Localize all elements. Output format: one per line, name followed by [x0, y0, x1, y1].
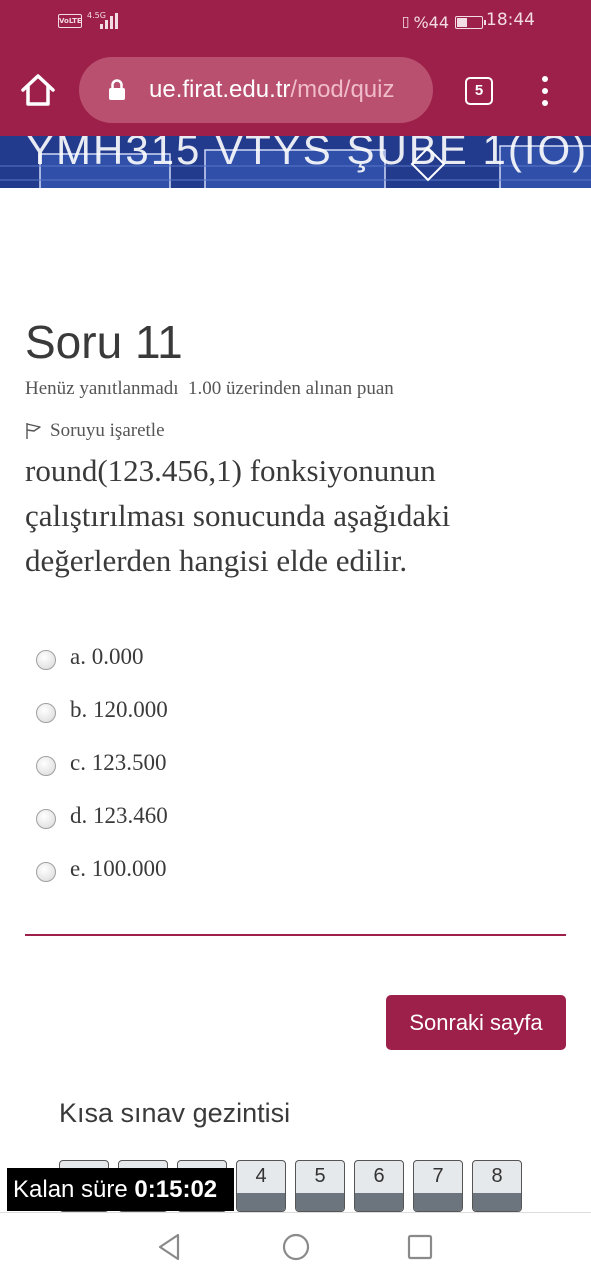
back-triangle-icon[interactable]	[155, 1232, 183, 1262]
battery-icon	[455, 15, 486, 29]
radio-button[interactable]	[36, 808, 56, 829]
home-circle-icon[interactable]	[281, 1232, 311, 1262]
answer-label: c. 123.500	[70, 749, 167, 775]
radio-button[interactable]	[36, 755, 56, 776]
more-vert-icon[interactable]	[531, 74, 559, 108]
quiz-nav-button-6[interactable]: 6	[354, 1160, 404, 1212]
question-text: round(123.456,1) fonksiyonunun çalıştırı…	[25, 453, 451, 578]
question-title: Soru 11	[25, 316, 183, 368]
url-path: /mod/quiz	[290, 76, 395, 103]
divider	[25, 934, 566, 936]
url-text: ue.firat.edu.tr/mod/quiz	[149, 76, 431, 104]
answer-option-e[interactable]: e. 100.000	[36, 842, 168, 895]
answer-option-b[interactable]: b. 120.000	[36, 683, 168, 736]
answer-option-d[interactable]: d. 123.460	[36, 789, 168, 842]
answer-label: d. 123.460	[70, 802, 168, 828]
vibrate-icon: ▯	[401, 14, 410, 30]
answer-option-c[interactable]: c. 123.500	[36, 736, 168, 789]
flag-icon	[26, 423, 41, 439]
system-navigation-bar	[0, 1212, 591, 1280]
time-remaining: Kalan süre 0:15:02	[7, 1168, 234, 1211]
quiz-nav-number: 5	[314, 1165, 326, 1187]
status-bar: VoLTE 4.5G ▯ %44 18:44	[0, 0, 591, 44]
lock-icon	[107, 79, 127, 101]
tab-switcher-button[interactable]: 5	[465, 77, 493, 105]
radio-button[interactable]	[36, 702, 56, 723]
flag-question-link[interactable]: Soruyu işaretle	[25, 420, 165, 442]
quiz-nav-number: 4	[255, 1165, 267, 1187]
volte-icon: VoLTE	[58, 14, 82, 28]
clock: 18:44	[486, 10, 535, 30]
flag-label: Soruyu işaretle	[50, 420, 165, 441]
quiz-nav-button-4[interactable]: 4	[236, 1160, 286, 1212]
banner-title: YMH315 VTYS ŞUBE 1(İÖ)	[26, 136, 589, 173]
radio-button[interactable]	[36, 861, 56, 882]
quiz-navigation-title: Kısa sınav gezintisi	[59, 1098, 291, 1128]
timer-value: 0:15:02	[134, 1176, 218, 1203]
quiz-nav-button-7[interactable]: 7	[413, 1160, 463, 1212]
quiz-nav-button-8[interactable]: 8	[472, 1160, 522, 1212]
question-status: Henüz yanıtlanmadı	[25, 378, 179, 399]
answer-list: a. 0.000 b. 120.000 c. 123.500 d. 123.46…	[36, 630, 168, 895]
browser-toolbar: ue.firat.edu.tr/mod/quiz 5	[0, 44, 591, 136]
url-bar[interactable]: ue.firat.edu.tr/mod/quiz	[79, 57, 433, 123]
battery-percent: %44	[413, 12, 449, 32]
answer-option-a[interactable]: a. 0.000	[36, 630, 168, 683]
next-page-button[interactable]: Sonraki sayfa	[386, 995, 566, 1050]
signal-icon	[100, 13, 120, 29]
quiz-nav-number: 6	[373, 1165, 385, 1187]
course-banner: YMH315 VTYS ŞUBE 1(İÖ)	[0, 136, 591, 188]
url-host: ue.firat.edu.tr	[149, 76, 291, 103]
question-grade: 1.00 üzerinden alınan puan	[188, 378, 394, 399]
quiz-nav-button-5[interactable]: 5	[295, 1160, 345, 1212]
timer-label: Kalan süre	[13, 1176, 128, 1203]
quiz-nav-number: 7	[432, 1165, 444, 1187]
status-right: ▯ %44	[401, 10, 486, 34]
answer-label: e. 100.000	[70, 855, 167, 881]
answer-label: a. 0.000	[70, 643, 144, 669]
question-state: Henüz yanıtlanmadı 1.00 üzerinden alınan…	[25, 378, 394, 400]
quiz-nav-number: 8	[491, 1165, 503, 1187]
recents-square-icon[interactable]	[406, 1232, 434, 1262]
home-icon[interactable]	[18, 70, 58, 110]
answer-label: b. 120.000	[70, 696, 168, 722]
radio-button[interactable]	[36, 649, 56, 670]
